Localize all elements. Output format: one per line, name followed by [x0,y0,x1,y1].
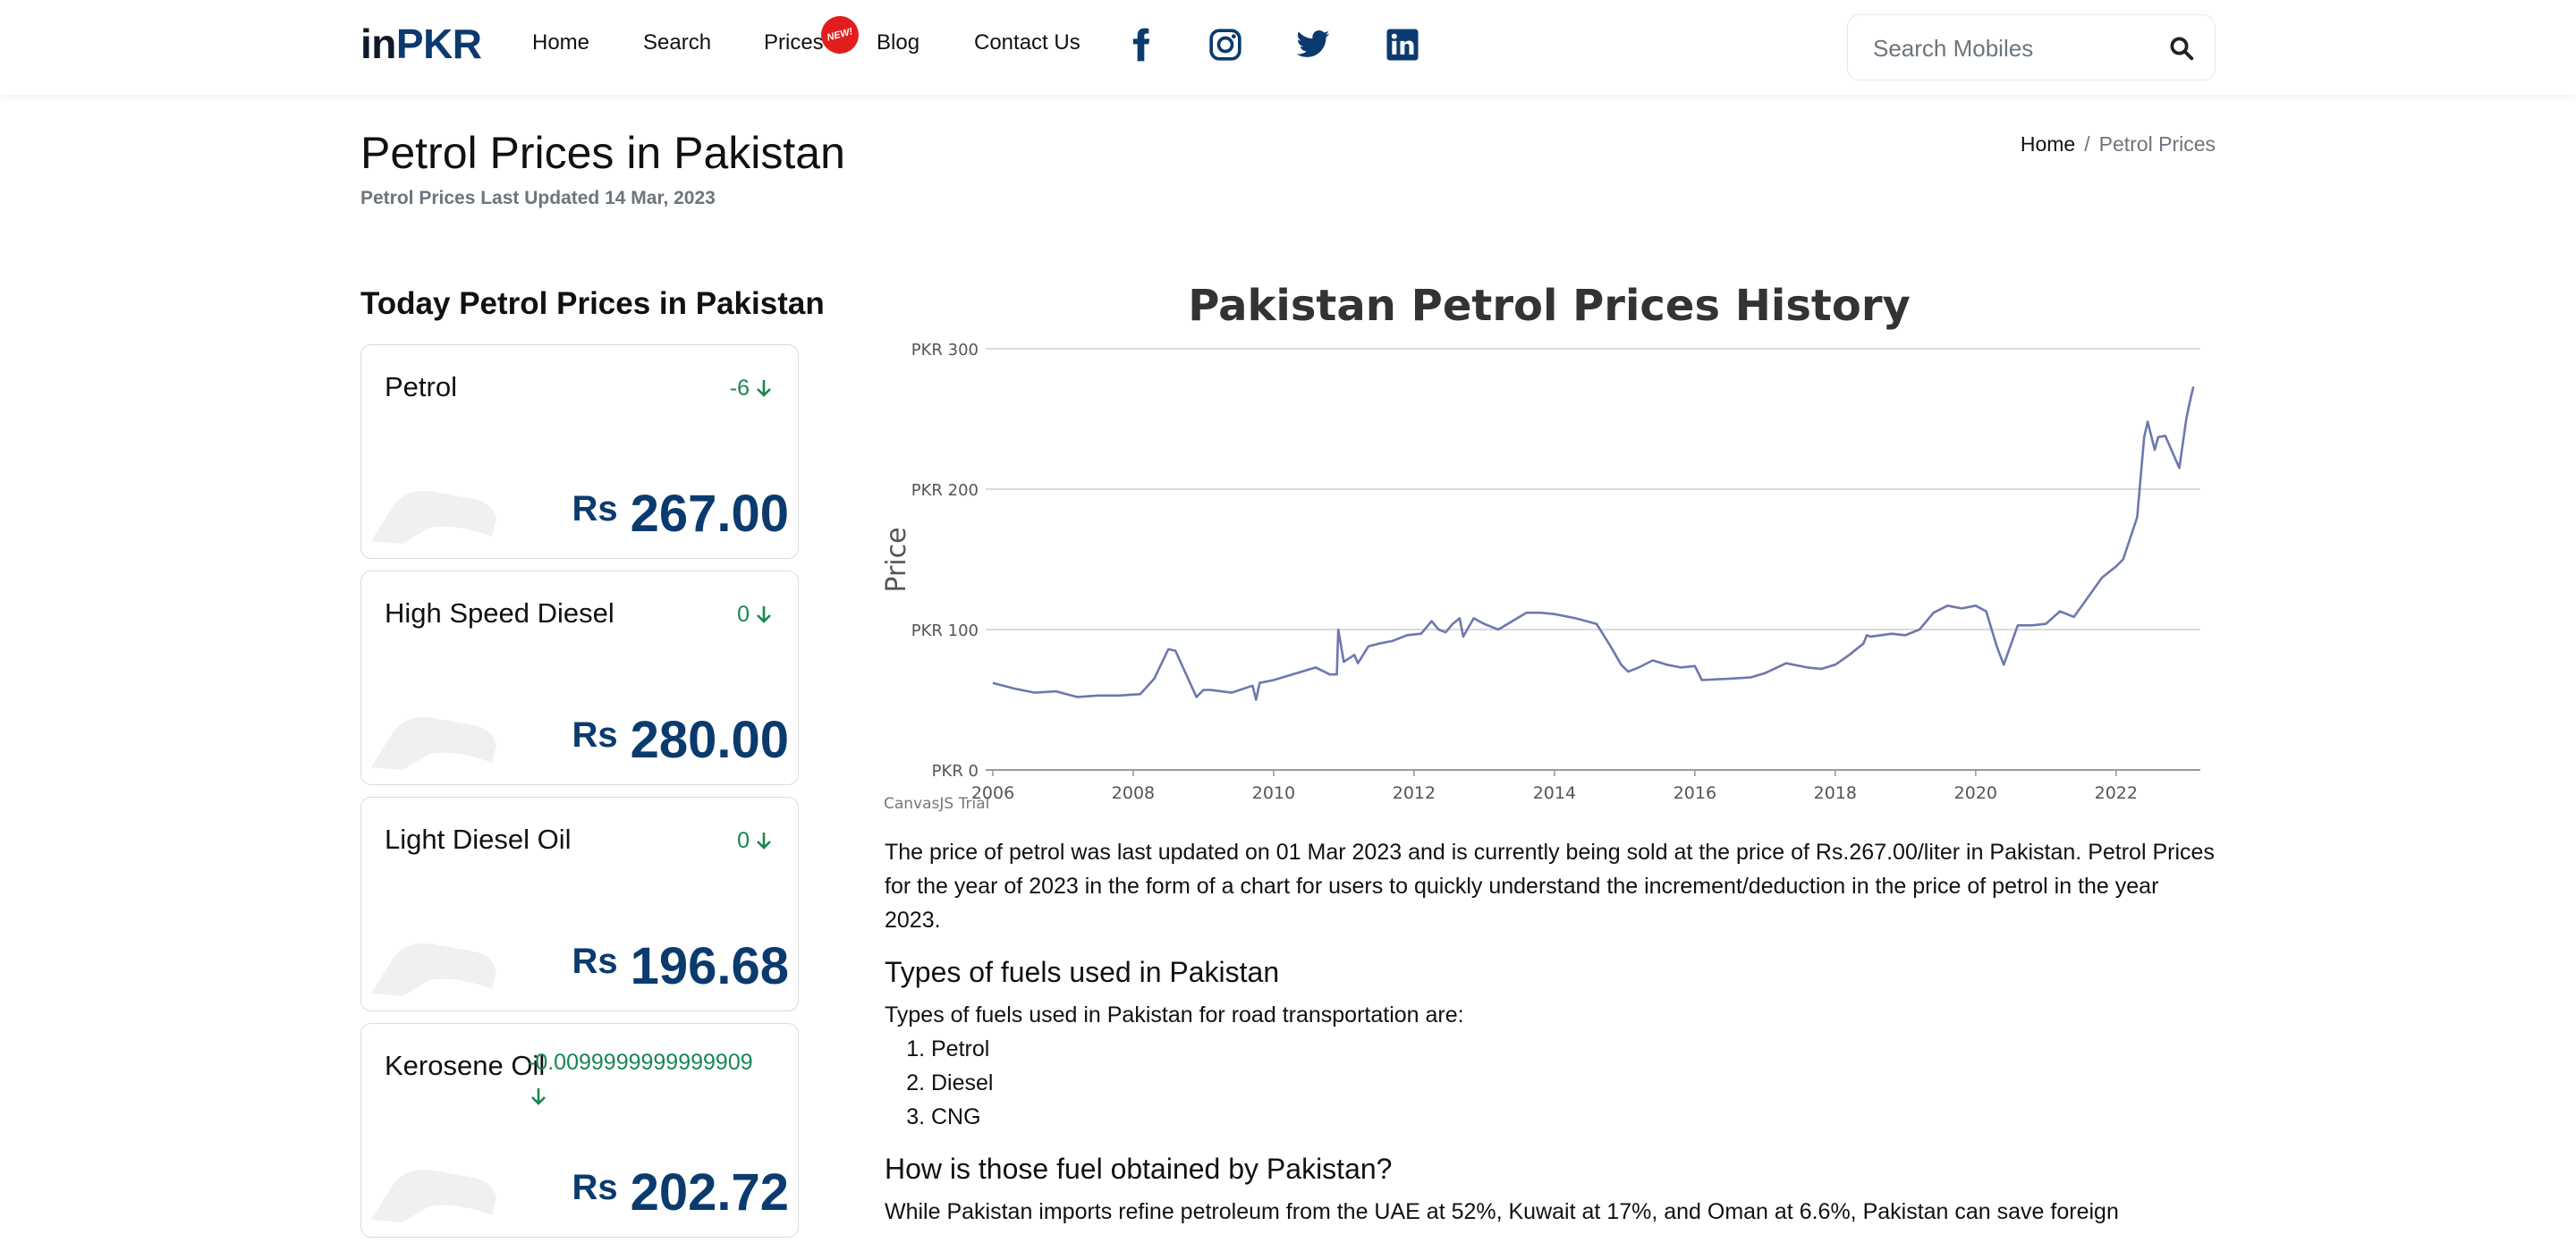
chart-x-tick-label: 2020 [1954,783,1997,803]
chart-y-axis-label: Price [881,527,912,592]
fuel-nozzle-icon [371,943,496,996]
article: The price of petrol was last updated on … [885,835,2217,1239]
chart-x-tick-label: 2014 [1533,783,1576,803]
nav-search[interactable]: Search [643,30,711,55]
list-item: Diesel [931,1066,2217,1100]
fuel-price: Rs 280.00 [572,711,789,769]
nav-blog[interactable]: Blog [877,30,919,55]
arrow-down-icon [757,380,771,397]
price-card-light-diesel-oil[interactable]: Light Diesel Oil 0 Rs 196.68 [360,797,799,1011]
search-input[interactable] [1873,33,2141,63]
price-card-kerosene-oil[interactable]: Kerosene Oil -0.0099999999999909 Rs 202.7… [360,1023,799,1238]
fuel-nozzle-icon [371,1170,496,1222]
price-history-chart[interactable]: Pakistan Petrol Prices History Price Can… [881,275,2214,816]
chart-x-tick-label: 2018 [1814,783,1857,803]
fuel-nozzle-icon [371,717,496,770]
nav-home[interactable]: Home [532,30,589,55]
today-prices-heading: Today Petrol Prices in Pakistan [360,286,825,321]
breadcrumb-separator: / [2084,132,2090,156]
obtain-heading: How is those fuel obtained by Pakistan? [885,1153,1393,1185]
chart-y-tick-label: PKR 100 [911,622,979,640]
chart-x-tick-label: 2008 [1112,783,1155,803]
nav-prices[interactable]: Prices [764,30,824,55]
page-title: Petrol Prices in Pakistan [360,128,845,178]
breadcrumb-home[interactable]: Home [2021,132,2075,156]
fuel-price: Rs 202.72 [572,1163,789,1222]
chart-x-tick-label: 2022 [2095,783,2138,803]
article-intro: The price of petrol was last updated on … [885,840,2215,933]
chart-y-tick-label: PKR 200 [911,481,979,500]
types-heading: Types of fuels used in Pakistan [885,956,1280,988]
fuel-name: Petrol [385,371,457,402]
breadcrumb: Home / Petrol Prices [2021,132,2216,156]
search-icon[interactable] [2168,35,2195,62]
price-change: 0 [737,828,775,854]
chart-x-tick-label: 2010 [1252,783,1295,803]
new-badge: NEW! [817,12,863,58]
navbar: inPKR Home Search Prices NEW! Blog Conta… [0,0,2576,95]
arrow-down-icon [757,833,771,850]
chart-x-tick-label: 2016 [1674,783,1716,803]
instagram-icon[interactable] [1208,27,1243,63]
obtain-text: While Pakistan imports refine petroleum … [885,1199,2119,1224]
series-line [992,386,2195,701]
chart-x-tick-label: 2006 [971,783,1014,803]
facebook-icon[interactable] [1123,27,1159,63]
fuel-price: Rs 267.00 [572,485,789,543]
list-item: CNG [931,1100,2217,1134]
brand-logo[interactable]: inPKR [360,20,482,68]
price-change: -6 [730,376,775,402]
twitter-icon[interactable] [1295,27,1331,63]
last-updated-text: Petrol Prices Last Updated 14 Mar, 2023 [360,188,716,208]
fuel-types-list: Petrol Diesel CNG [931,1032,2217,1134]
chart-y-tick-label: PKR 0 [932,762,979,781]
chart-title: Pakistan Petrol Prices History [1188,281,1911,331]
fuel-name: Light Diesel Oil [385,824,572,855]
chart-x-tick-label: 2012 [1393,783,1436,803]
fuel-price: Rs 196.68 [572,937,789,995]
chart-canvas: Pakistan Petrol Prices History Price Can… [881,281,2200,813]
chart-y-tick-label: PKR 300 [911,341,979,359]
price-change: -0.0099999999999909 [528,1045,769,1113]
types-intro: Types of fuels used in Pakistan for road… [885,1002,1464,1027]
list-item: Petrol [931,1032,2217,1066]
arrow-down-icon [531,1088,546,1105]
nav-contact[interactable]: Contact Us [974,30,1080,55]
price-card-high-speed-diesel[interactable]: High Speed Diesel 0 Rs 280.00 [360,571,799,785]
fuel-name: Kerosene Oil [385,1050,546,1081]
fuel-name: High Speed Diesel [385,597,614,629]
arrow-down-icon [757,606,771,623]
breadcrumb-current: Petrol Prices [2098,132,2216,156]
fuel-nozzle-icon [371,491,496,544]
price-card-petrol[interactable]: Petrol -6 Rs 267.00 [360,344,799,559]
linkedin-icon[interactable] [1385,27,1420,63]
search-box [1847,14,2216,80]
price-change: 0 [737,602,775,628]
